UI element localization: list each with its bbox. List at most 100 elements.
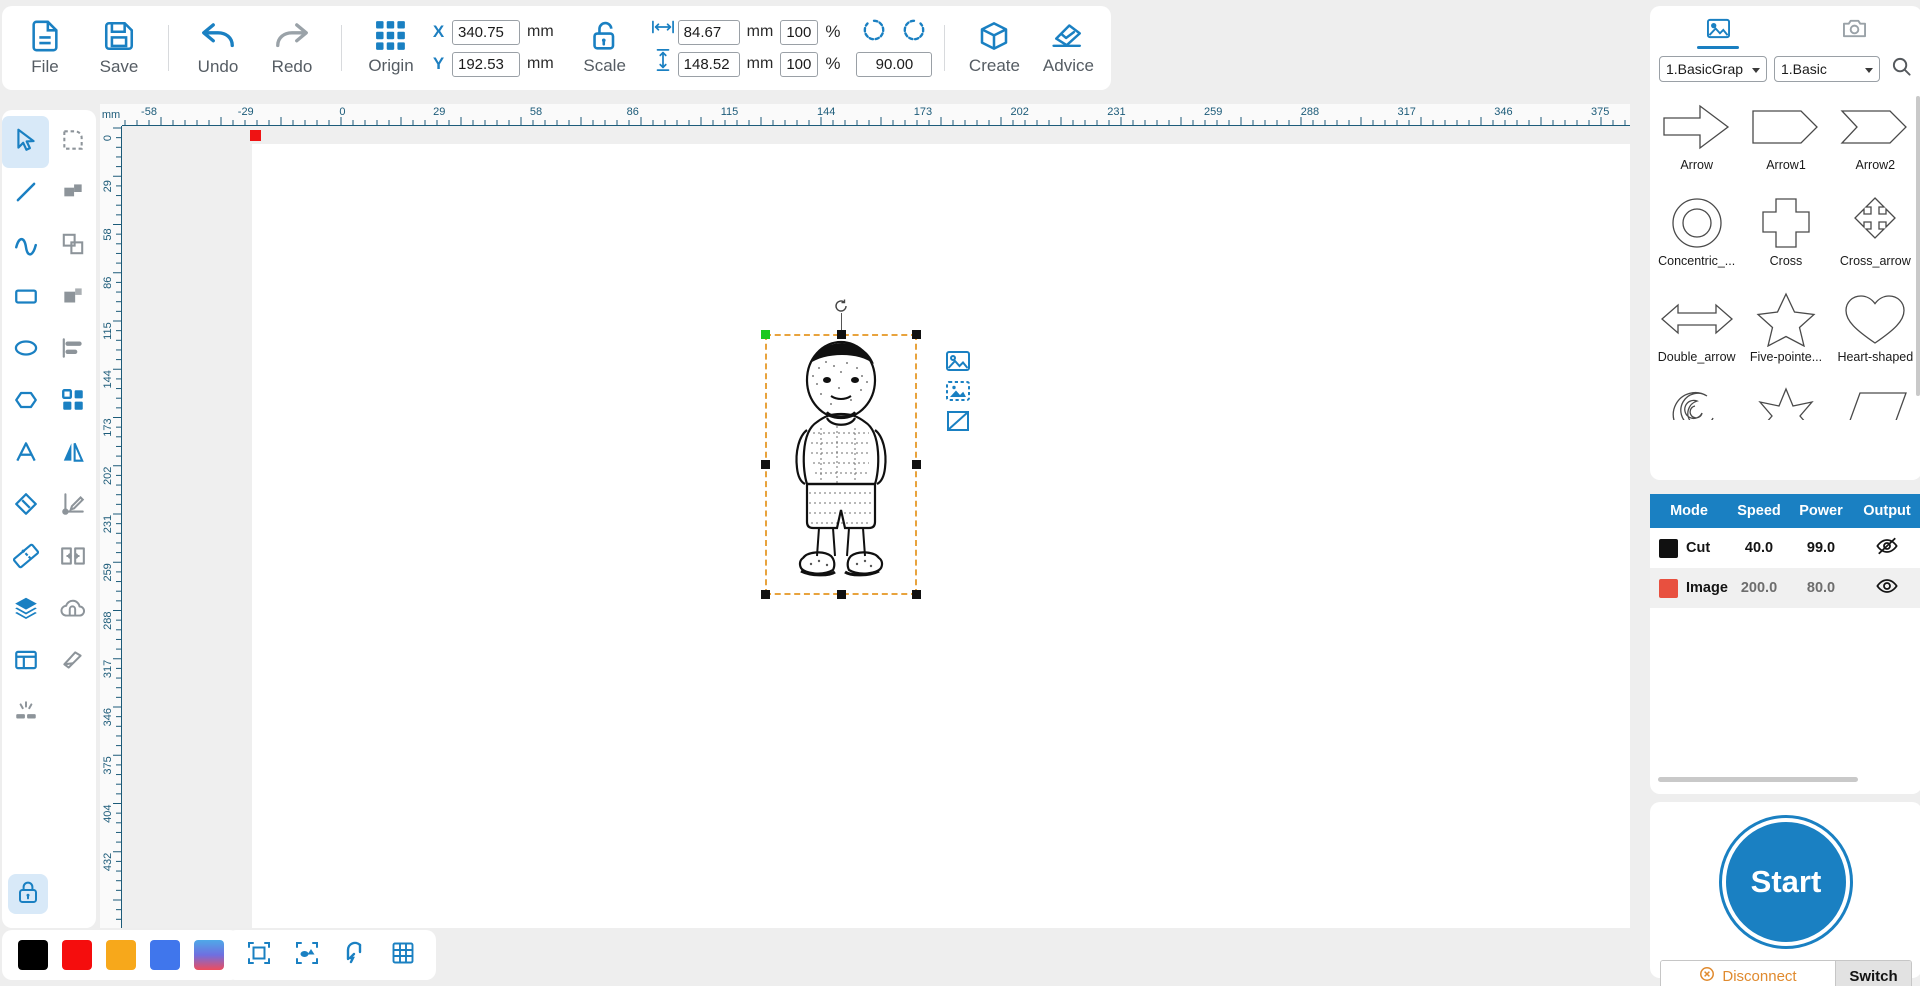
selection-handle-top-right[interactable] [912, 330, 921, 339]
lock-canvas-button[interactable] [8, 874, 48, 914]
scale-lock-button[interactable]: Scale [568, 10, 642, 86]
design-canvas[interactable] [122, 126, 1630, 928]
magnet-snap-button[interactable] [338, 938, 372, 972]
rotate-ccw-icon[interactable] [861, 17, 887, 48]
layer-speed-value[interactable]: 200.0 [1728, 580, 1790, 596]
create-button[interactable]: Create [957, 10, 1031, 86]
start-button[interactable]: Start [1722, 818, 1850, 946]
rectangle-tool[interactable] [2, 272, 49, 324]
selection-handle-bottom-center[interactable] [837, 590, 846, 599]
selection-handle-bottom-right[interactable] [912, 590, 921, 599]
measure-tool[interactable] [2, 532, 49, 584]
shape-item-arrow1[interactable]: Arrow1 [1741, 94, 1830, 190]
selection-handle-top-left[interactable] [761, 330, 770, 339]
cloud-tool[interactable] [49, 584, 96, 636]
select-tool[interactable] [2, 116, 49, 168]
selection-handle-mid-left[interactable] [761, 460, 770, 469]
frame-layout-tool[interactable] [2, 636, 49, 688]
union-tool[interactable] [49, 168, 96, 220]
layer-speed-value[interactable]: 40.0 [1728, 540, 1790, 556]
distribute-tool[interactable] [49, 532, 96, 584]
path-offset-tool[interactable] [49, 636, 96, 688]
align-tool[interactable] [49, 324, 96, 376]
category-select[interactable]: 1.BasicGrap [1659, 56, 1767, 82]
swatch-orange[interactable] [106, 940, 136, 970]
switch-button[interactable]: Switch [1835, 961, 1911, 986]
shape-item-six-pointed-star[interactable]: Hexagonal_... [1741, 382, 1830, 420]
redo-button[interactable]: Redo [255, 10, 329, 86]
text-tool[interactable] [2, 428, 49, 480]
tab-camera[interactable] [1786, 6, 1920, 52]
shape-item-double-arrow[interactable]: Double_arrow [1652, 286, 1741, 382]
selection-handle-mid-right[interactable] [912, 460, 921, 469]
select-objects-button[interactable] [290, 938, 324, 972]
undo-button[interactable]: Undo [181, 10, 255, 86]
shape-item-arrow[interactable]: Arrow [1652, 94, 1741, 190]
vertical-ruler[interactable]: 0 29 58 86 115 144 173 202 231 259 288 317 346 375 404… [100, 126, 122, 928]
advice-button[interactable]: Advice [1031, 10, 1105, 86]
shape-item-parallelogram[interactable]: Parallelogram [1831, 382, 1920, 420]
rotate-cw-icon[interactable] [901, 17, 927, 48]
file-button[interactable]: File [8, 10, 82, 86]
spark-tool[interactable] [2, 688, 49, 740]
shape-item-heart[interactable]: Heart-shaped [1831, 286, 1920, 382]
width-input[interactable] [677, 19, 740, 45]
layer-horizontal-scrollbar[interactable] [1658, 777, 1858, 782]
rotate-handle[interactable] [833, 298, 849, 319]
layer-row[interactable]: Cut 40.0 99.0 [1650, 528, 1920, 568]
swatch-gradient[interactable] [194, 940, 224, 970]
origin-button[interactable]: Origin [354, 10, 428, 86]
layer-power-value[interactable]: 99.0 [1790, 540, 1852, 556]
array-tool[interactable] [49, 376, 96, 428]
shape-item-five-pointed-star[interactable]: Five-pointe... [1741, 286, 1830, 382]
disconnect-button[interactable]: Disconnect [1661, 961, 1835, 986]
image-crop-button[interactable] [945, 409, 971, 433]
save-button[interactable]: Save [82, 10, 156, 86]
swatch-red[interactable] [62, 940, 92, 970]
swatch-black[interactable] [18, 940, 48, 970]
shape-item-concentric-circle[interactable]: Concentric_... [1652, 190, 1741, 286]
shape-item-cross-arrow[interactable]: Cross_arrow [1831, 190, 1920, 286]
ellipse-tool[interactable] [2, 324, 49, 376]
tab-library[interactable] [1650, 6, 1786, 52]
subtract-tool[interactable] [49, 272, 96, 324]
swatch-blue[interactable] [150, 940, 180, 970]
node-edit-tool[interactable] [49, 116, 96, 168]
image-properties-button[interactable] [945, 349, 971, 373]
width-percent-input[interactable] [780, 19, 819, 45]
y-label: Y [432, 54, 445, 73]
y-position-input[interactable] [452, 51, 520, 77]
mirror-tool[interactable] [49, 428, 96, 480]
polygon-tool[interactable] [2, 376, 49, 428]
selection-bounding-box[interactable] [761, 299, 921, 599]
angle-measure-tool[interactable] [49, 480, 96, 532]
height-percent-input[interactable] [780, 51, 819, 77]
work-area-sheet[interactable] [252, 144, 1630, 928]
selection-handle-bottom-left[interactable] [761, 590, 770, 599]
selection-handle-top-center[interactable] [837, 330, 846, 339]
curve-tool[interactable] [2, 220, 49, 272]
x-position-input[interactable] [452, 19, 520, 45]
layer-color-swatch[interactable] [1659, 578, 1678, 598]
height-input[interactable] [677, 51, 740, 77]
fit-to-frame-button[interactable] [242, 938, 276, 972]
layer-row[interactable]: Image 200.0 80.0 [1650, 568, 1920, 608]
layer-color-swatch[interactable] [1659, 538, 1678, 558]
layer-output-toggle[interactable] [1852, 576, 1920, 600]
layer-power-value[interactable]: 80.0 [1790, 580, 1852, 596]
rotation-angle-input[interactable] [856, 51, 933, 77]
shape-item-spiral[interactable]: Helical_line [1652, 382, 1741, 420]
shape-item-cross[interactable]: Cross [1741, 190, 1830, 286]
search-icon[interactable] [1891, 56, 1912, 82]
horizontal-ruler[interactable]: -58 -29 0 29 58 86 115 144 173 202 231 259 288 317 346… [122, 104, 1630, 126]
shape-item-arrow2[interactable]: Arrow2 [1831, 94, 1920, 190]
layer-output-toggle[interactable] [1852, 536, 1920, 560]
line-tool[interactable] [2, 168, 49, 220]
subcategory-select[interactable]: 1.Basic [1774, 56, 1880, 82]
intersect-tool[interactable] [49, 220, 96, 272]
grid-toggle-button[interactable] [386, 938, 420, 972]
layers-tool[interactable] [2, 584, 49, 636]
image-dither-button[interactable] [945, 379, 971, 403]
eraser-tool[interactable] [2, 480, 49, 532]
library-scrollbar[interactable] [1916, 96, 1920, 396]
